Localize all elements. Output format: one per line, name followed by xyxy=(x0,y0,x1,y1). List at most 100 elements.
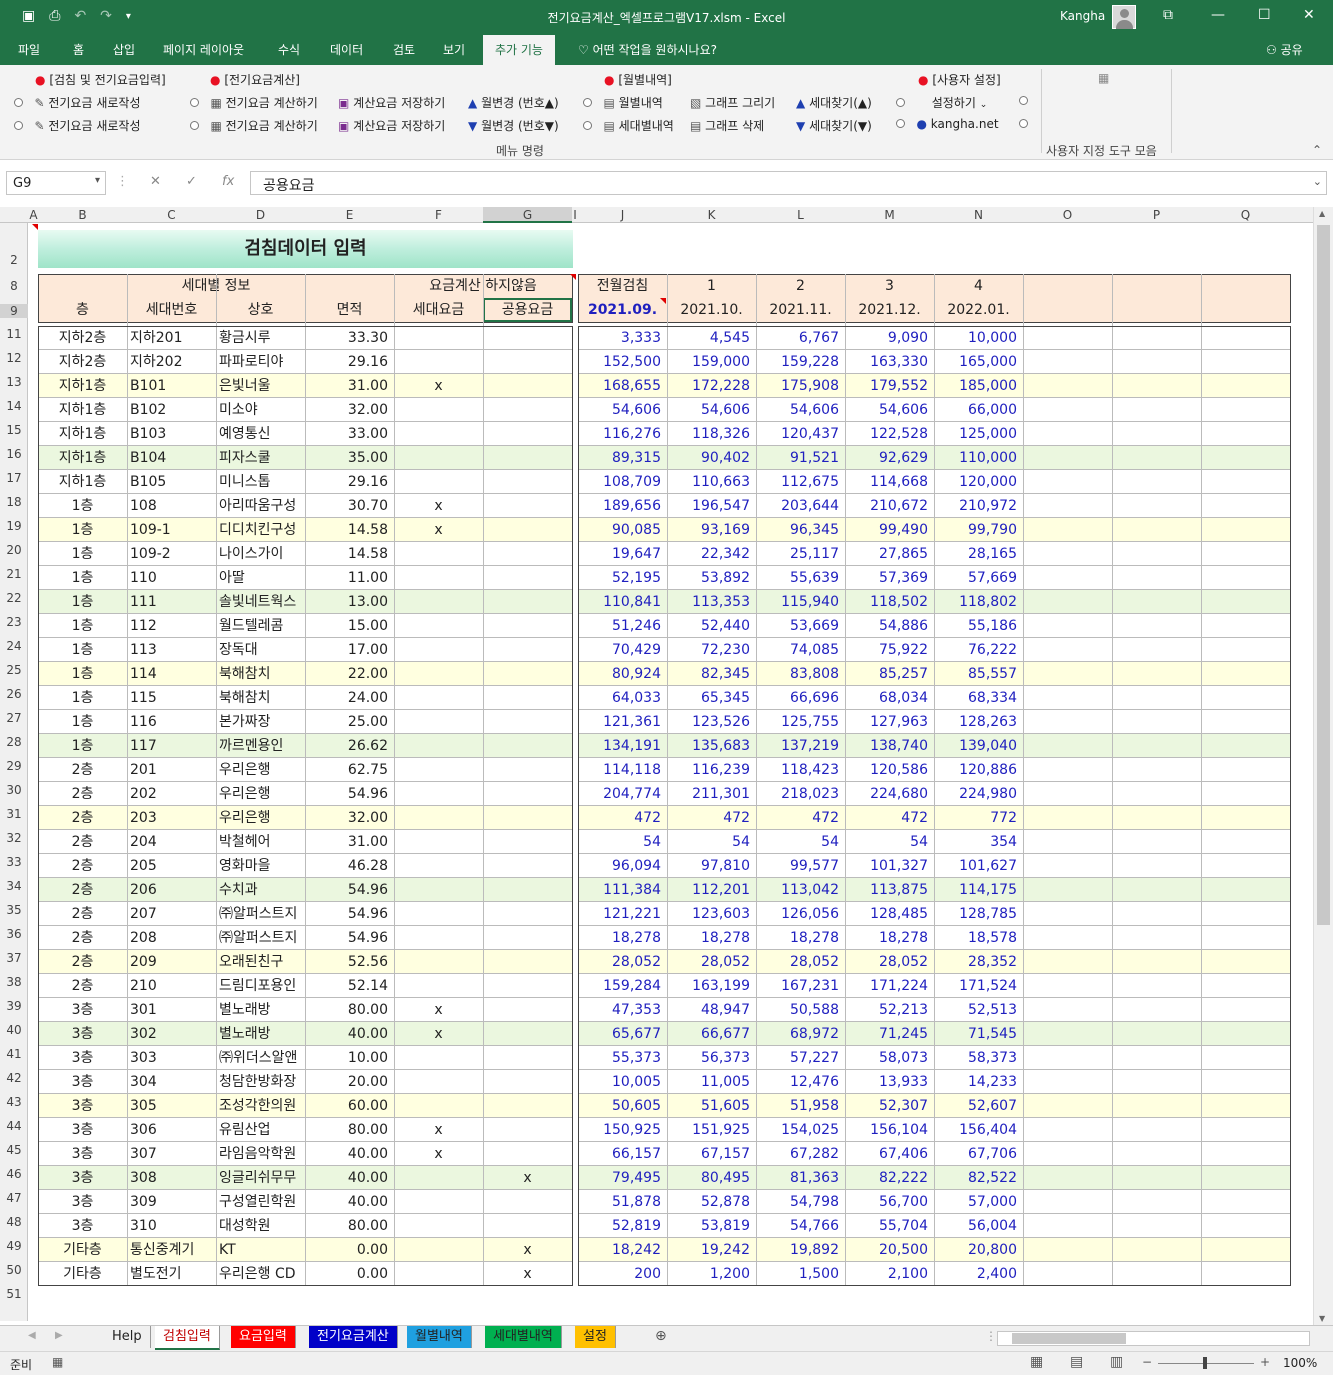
save-calc-button-1[interactable]: ▣ 계산요금 저장하기 xyxy=(338,94,445,111)
row-header[interactable]: 51 xyxy=(0,1287,28,1301)
delete-graph-button[interactable]: ▤ 그래프 삭제 xyxy=(690,117,764,134)
row-header[interactable]: 46 xyxy=(0,1167,28,1181)
row-header[interactable]: 37 xyxy=(0,951,28,965)
row-header[interactable]: 14 xyxy=(0,399,28,413)
zoom-slider-handle[interactable] xyxy=(1203,1357,1207,1369)
row-header[interactable]: 13 xyxy=(0,375,28,389)
zoom-out-icon[interactable]: − xyxy=(1142,1355,1152,1369)
vertical-scrollbar[interactable]: ▲ ▼ xyxy=(1313,207,1333,1325)
row-header[interactable]: 21 xyxy=(0,567,28,581)
row-header[interactable]: 11 xyxy=(0,327,28,341)
comment-indicator[interactable] xyxy=(570,274,576,280)
by-unit-button[interactable]: ▤ 세대별내역 xyxy=(583,117,674,134)
row-header[interactable]: 45 xyxy=(0,1143,28,1157)
avatar[interactable] xyxy=(1112,5,1136,29)
hscroll-thumb[interactable] xyxy=(1012,1333,1126,1344)
worksheet-grid[interactable]: 검침데이터 입력 세대별 정보 요금계산 하지않음 전월검침 1 2 3 4 층 세대번호 상호 면적… xyxy=(29,223,1313,1325)
row-header[interactable]: 16 xyxy=(0,447,28,461)
row-header[interactable]: 2 xyxy=(0,253,28,267)
tab-data[interactable]: 데이터 xyxy=(330,41,363,58)
scroll-up-icon[interactable]: ▲ xyxy=(1319,209,1325,218)
column-header-l[interactable]: L xyxy=(756,207,845,223)
ribbon-display-icon[interactable]: ⧉ xyxy=(1163,7,1173,23)
collapse-ribbon-icon[interactable]: ⌃ xyxy=(1312,143,1322,157)
row-header[interactable]: 33 xyxy=(0,855,28,869)
month-down-button[interactable]: ▼ 월변경 (번호▼) xyxy=(468,117,559,134)
website-button[interactable]: ● kangha.net xyxy=(896,117,999,131)
tab-file[interactable]: 파일 xyxy=(18,41,40,58)
row-header[interactable]: 12 xyxy=(0,351,28,365)
row-header[interactable]: 40 xyxy=(0,1023,28,1037)
add-sheet-icon[interactable]: ⊕ xyxy=(655,1328,667,1344)
row-header[interactable]: 35 xyxy=(0,903,28,917)
row-header[interactable]: 28 xyxy=(0,735,28,749)
splitter-icon[interactable]: ⋮ xyxy=(985,1329,997,1343)
horizontal-scrollbar[interactable] xyxy=(997,1331,1310,1346)
row-header[interactable]: 47 xyxy=(0,1191,28,1205)
row-header[interactable]: 31 xyxy=(0,807,28,821)
row-header[interactable]: 15 xyxy=(0,423,28,437)
sheet-tab[interactable]: 전기요금계산 xyxy=(309,1326,398,1348)
row-header[interactable]: 9 xyxy=(0,304,28,318)
zoom-in-icon[interactable]: + xyxy=(1260,1355,1270,1369)
column-header-o[interactable]: O xyxy=(1023,207,1112,223)
column-header-p[interactable]: P xyxy=(1112,207,1201,223)
month-up-button[interactable]: ▲ 월변경 (번호▲) xyxy=(468,94,559,111)
tab-home[interactable]: 홈 xyxy=(73,41,84,58)
tab-addins[interactable]: 추가 기능 xyxy=(483,35,555,65)
row-header[interactable]: 25 xyxy=(0,663,28,677)
row-header[interactable]: 36 xyxy=(0,927,28,941)
new-bill-button-1[interactable]: ✎ 전기요금 새로작성 xyxy=(14,94,140,111)
sheet-tab[interactable]: 요금입력 xyxy=(231,1326,296,1348)
expand-formula-icon[interactable]: ⌄ xyxy=(1313,175,1322,188)
row-header[interactable]: 49 xyxy=(0,1239,28,1253)
tab-view[interactable]: 보기 xyxy=(443,41,465,58)
row-header[interactable]: 43 xyxy=(0,1095,28,1109)
sheet-tab[interactable]: 검침입력 xyxy=(155,1326,220,1350)
option-radio-1[interactable] xyxy=(1019,94,1028,108)
share-button[interactable]: ⚇ 공유 xyxy=(1266,41,1303,58)
confirm-icon[interactable]: ✓ xyxy=(186,174,197,189)
user-name[interactable]: Kangha xyxy=(1060,9,1105,23)
find-up-button[interactable]: ▲ 세대찾기(▲) xyxy=(796,94,872,111)
minimize-icon[interactable]: — xyxy=(1211,7,1225,23)
zoom-level[interactable]: 100% xyxy=(1283,1356,1317,1370)
row-header[interactable]: 42 xyxy=(0,1071,28,1085)
row-header[interactable]: 27 xyxy=(0,711,28,725)
column-header-a[interactable]: A xyxy=(29,207,38,223)
row-header[interactable]: 18 xyxy=(0,495,28,509)
column-header-k[interactable]: K xyxy=(667,207,756,223)
row-header[interactable]: 44 xyxy=(0,1119,28,1133)
column-header-e[interactable]: E xyxy=(305,207,394,223)
sheet-tab[interactable]: Help xyxy=(104,1326,151,1348)
row-header[interactable]: 20 xyxy=(0,543,28,557)
option-radio-2[interactable] xyxy=(1019,117,1028,131)
column-header-d[interactable]: D xyxy=(216,207,305,223)
scroll-thumb[interactable] xyxy=(1317,225,1330,925)
tell-me-box[interactable]: ♡ 어떤 작업을 원하시나요? xyxy=(578,41,717,58)
row-header[interactable]: 19 xyxy=(0,519,28,533)
calculate-button-2[interactable]: ▦ 전기요금 계산하기 xyxy=(190,117,318,134)
next-sheet-icon[interactable]: ▶ xyxy=(55,1330,63,1341)
macro-record-icon[interactable]: ▦ xyxy=(52,1355,63,1369)
row-header[interactable]: 23 xyxy=(0,615,28,629)
monthly-button[interactable]: ▤ 월별내역 xyxy=(583,94,663,111)
insert-function-icon[interactable]: fx xyxy=(222,174,234,189)
close-icon[interactable]: ✕ xyxy=(1303,7,1315,23)
row-header[interactable]: 38 xyxy=(0,975,28,989)
row-header[interactable]: 22 xyxy=(0,591,28,605)
row-header[interactable]: 48 xyxy=(0,1215,28,1229)
maximize-icon[interactable]: ☐ xyxy=(1258,7,1271,23)
column-header-b[interactable]: B xyxy=(38,207,127,223)
row-header[interactable]: 41 xyxy=(0,1047,28,1061)
comment-indicator[interactable] xyxy=(660,298,666,304)
row-header[interactable]: 39 xyxy=(0,999,28,1013)
row-header[interactable]: 8 xyxy=(0,279,28,293)
page-break-view-icon[interactable]: ▥ xyxy=(1110,1354,1123,1370)
row-header[interactable]: 17 xyxy=(0,471,28,485)
new-bill-button-2[interactable]: ✎ 전기요금 새로작성 xyxy=(14,117,140,134)
name-box[interactable]: G9 ▾ xyxy=(6,171,106,195)
column-header-c[interactable]: C xyxy=(127,207,216,223)
save-calc-button-2[interactable]: ▣ 계산요금 저장하기 xyxy=(338,117,445,134)
sheet-tab[interactable]: 세대별내역 xyxy=(485,1326,562,1348)
